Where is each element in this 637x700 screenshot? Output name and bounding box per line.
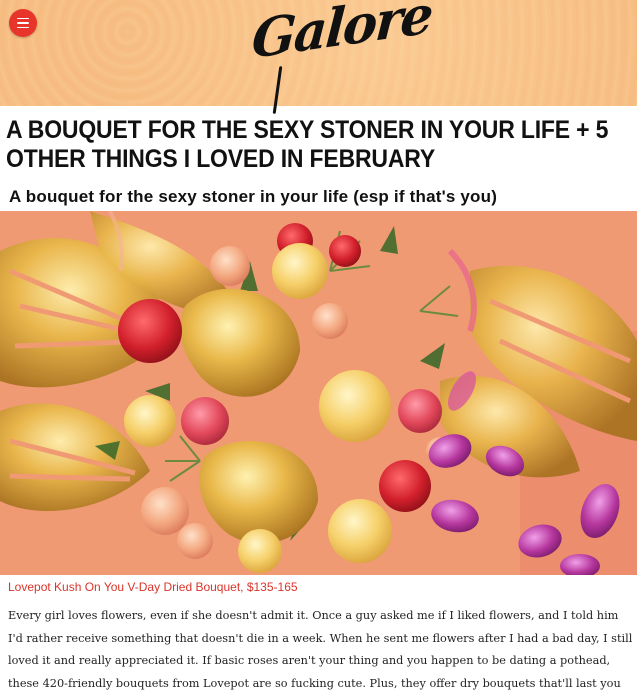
bouquet-illustration: [0, 211, 637, 575]
menu-line: [17, 22, 29, 24]
article-body: Every girl loves flowers, even if she do…: [8, 609, 633, 700]
article-title: A BOUQUET FOR THE SEXY STONER IN YOUR LI…: [6, 116, 609, 173]
logo-text: Galore: [250, 0, 434, 72]
hamburger-menu-icon[interactable]: [9, 9, 37, 37]
menu-line: [17, 17, 29, 20]
article-subheading: A bouquet for the sexy stoner in your li…: [9, 187, 498, 206]
logo-flourish: [272, 66, 283, 114]
bouquet-image: [0, 211, 637, 575]
image-caption-link[interactable]: Lovepot Kush On You V-Day Dried Bouquet,…: [8, 580, 298, 594]
site-header: Galore: [0, 0, 637, 114]
galore-logo[interactable]: Galore: [248, 0, 434, 114]
menu-line: [17, 26, 29, 29]
